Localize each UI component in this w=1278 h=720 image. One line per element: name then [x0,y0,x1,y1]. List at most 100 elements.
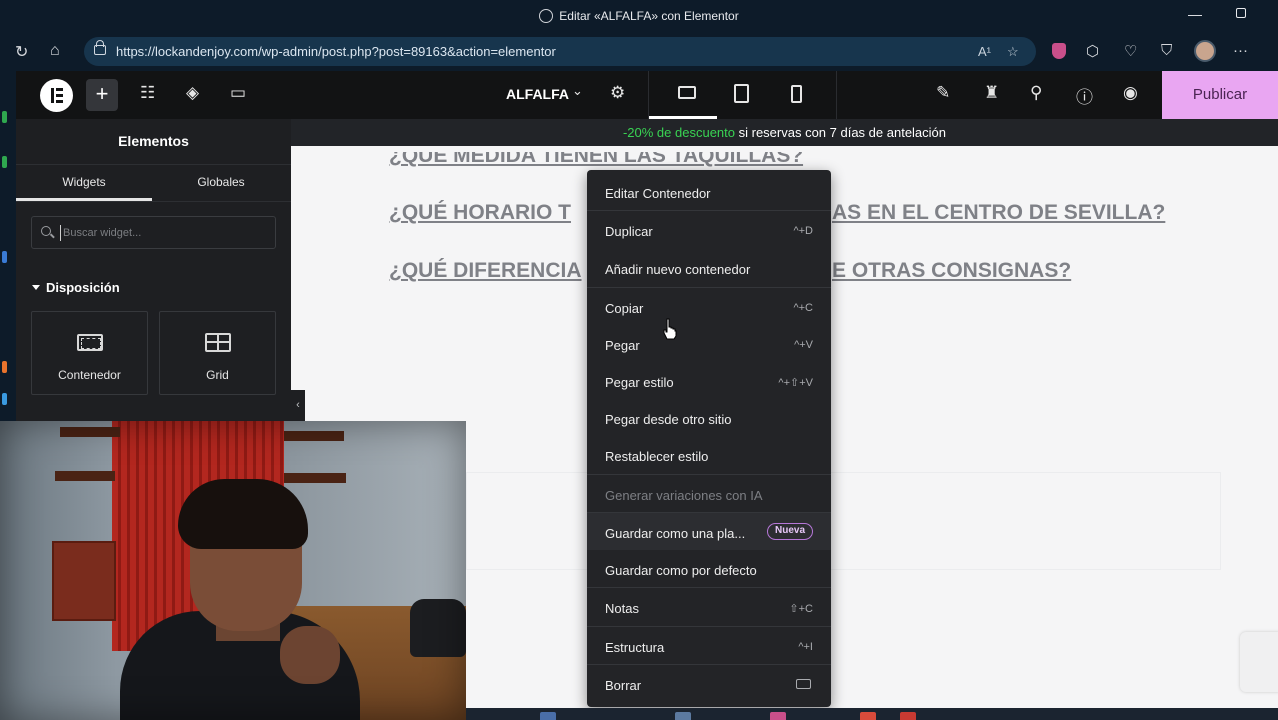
menu-item-shortcut: ^+⇧+V [778,377,813,389]
faq-heading-3-end[interactable]: E OTRAS CONSIGNAS? [832,259,1071,283]
menu-item-copy[interactable]: Copiar ^+C [587,288,831,325]
menu-item-edit-container[interactable]: Editar Contenedor [587,173,831,210]
menu-item-paste-style[interactable]: Pegar estilo ^+⇧+V [587,362,831,399]
menu-item-label: Editar Contenedor [605,186,711,201]
profile-avatar[interactable] [1194,40,1216,62]
widget-search[interactable] [31,216,276,249]
mobile-view-icon[interactable] [791,85,802,103]
menu-item-label: Pegar desde otro sitio [605,412,732,427]
tab-widgets[interactable]: Widgets [16,175,152,189]
browser-essentials-icon[interactable]: ♡ [1124,42,1137,60]
tab-globales[interactable]: Globales [153,175,289,189]
menu-item-add-container[interactable]: Añadir nuevo contenedor [587,249,831,286]
more-icon[interactable]: ··· [1233,42,1248,59]
faq-heading-2-start[interactable]: ¿QUÉ HORARIO T [389,201,571,225]
menu-item-label: Guardar como por defecto [605,563,757,578]
container-icon [77,334,103,351]
divider [16,201,291,202]
taskbar-app-icon[interactable] [770,712,786,720]
page-name[interactable]: ALFALFA [506,86,569,102]
page-settings-gear-icon[interactable]: ⚙ [610,83,625,103]
read-aloud-icon[interactable]: A¹ [978,37,991,66]
menu-item-paste[interactable]: Pegar ^+V [587,325,831,362]
divider [16,164,291,165]
window-title: Editar «ALFALFA» con Elementor [0,9,1278,23]
menu-item-label: Estructura [605,640,665,655]
menu-item-duplicate[interactable]: Duplicar ^+D [587,211,831,248]
refresh-icon[interactable]: ↻ [15,42,28,62]
strip-marker [2,251,7,263]
menu-item-shortcut: ^+I [798,641,813,653]
chevron-down-icon[interactable]: ⌄ [572,83,583,99]
taskbar-app-icon[interactable] [675,712,691,720]
widget-container[interactable]: Contenedor [31,311,148,395]
taskbar-app-icon[interactable] [540,712,556,720]
widget-grid[interactable]: Grid [159,311,276,395]
home-icon[interactable]: ⌂ [50,42,60,60]
grid-icon [205,333,231,352]
menu-item-structure[interactable]: Estructura ^+I [587,627,831,664]
add-element-button[interactable]: + [86,79,118,111]
taskbar-app-icon[interactable] [900,712,916,720]
strip-marker [2,156,7,168]
screen: Editar «ALFALFA» con Elementor — ↻ ⌂ htt… [0,0,1278,720]
menu-item-save-as-default[interactable]: Guardar como por defecto [587,550,831,587]
search-icon [41,226,51,236]
browser-titlebar: Editar «ALFALFA» con Elementor — [0,0,1278,33]
new-badge: Nueva [767,523,814,540]
widget-search-input[interactable] [60,225,270,241]
window-title-text: Editar «ALFALFA» con Elementor [559,9,739,23]
ublock-extension-icon[interactable] [1052,43,1066,59]
menu-item-label: Pegar [605,338,640,353]
category-header[interactable]: Disposición [32,280,120,295]
favorite-icon[interactable]: ☆ [1007,37,1019,66]
maximize-button[interactable] [1236,8,1246,18]
taskbar-app-icon[interactable] [860,712,876,720]
lock-icon[interactable] [94,40,106,55]
site-settings-icon[interactable]: ☷ [140,83,155,103]
strip-marker [2,393,7,405]
address-bar[interactable]: https://lockandenjoy.com/wp-admin/post.p… [84,37,1036,66]
promo-text: si reservas con 7 días de antelación [735,125,947,140]
menu-item-reset-style[interactable]: Restablecer estilo [587,436,831,473]
preview-eye-icon[interactable]: ◉ [1123,83,1138,103]
empty-container[interactable] [466,472,1221,570]
minimize-button[interactable]: — [1188,6,1202,22]
collapse-panel-button[interactable]: ‹ [291,390,305,421]
search-icon[interactable]: ⚲ [1030,83,1042,103]
shield-icon[interactable]: ⛉ [1161,42,1172,59]
elementor-logo-icon[interactable] [40,79,73,112]
tablet-view-icon[interactable] [734,84,749,103]
menu-item-notes[interactable]: Notas ⇧+C [587,588,831,625]
help-icon[interactable]: ⓘ [1076,83,1093,108]
menu-item-delete[interactable]: Borrar [587,665,831,702]
faq-heading-3-start[interactable]: ¿QUÉ DIFERENCIA [389,259,582,283]
site-launch-icon[interactable]: ✎ [936,83,950,103]
hand-cursor-icon [663,318,677,340]
menu-item-label: Añadir nuevo contenedor [605,262,751,277]
faq-heading-2-end[interactable]: AS EN EL CENTRO DE SEVILLA? [832,201,1165,225]
recaptcha-badge[interactable] [1240,632,1278,692]
strip-marker [2,361,7,373]
menu-item-label: Guardar como una pla... [605,526,746,541]
extension-icon[interactable]: ⬡ [1086,42,1099,60]
menu-item-ai-variations: Generar variaciones con IA [587,475,831,512]
widget-label: Contenedor [58,368,121,382]
menu-item-save-as-template[interactable]: Guardar como una pla... Nueva [587,513,831,550]
menu-item-label: Pegar estilo [605,375,674,390]
url-text: https://lockandenjoy.com/wp-admin/post.p… [116,44,556,59]
desktop-view-icon[interactable] [678,86,696,99]
menu-item-label: Copiar [605,301,644,316]
menu-item-label: Notas [605,601,639,616]
whats-new-rocket-icon[interactable]: ♜ [984,83,999,103]
menu-item-shortcut: ^+D [793,225,813,237]
category-label: Disposición [46,280,120,295]
publish-button[interactable]: Publicar [1162,71,1278,119]
menu-item-shortcut: ^+V [794,339,813,351]
menu-item-label: Generar variaciones con IA [605,488,763,503]
menu-item-paste-from-other-site[interactable]: Pegar desde otro sitio [587,399,831,436]
menu-item-label: Restablecer estilo [605,449,709,464]
notes-icon[interactable]: ▭ [230,83,246,103]
structure-layers-icon[interactable]: ◈ [186,83,199,103]
context-menu: Editar Contenedor Duplicar ^+D Añadir nue… [587,170,831,707]
